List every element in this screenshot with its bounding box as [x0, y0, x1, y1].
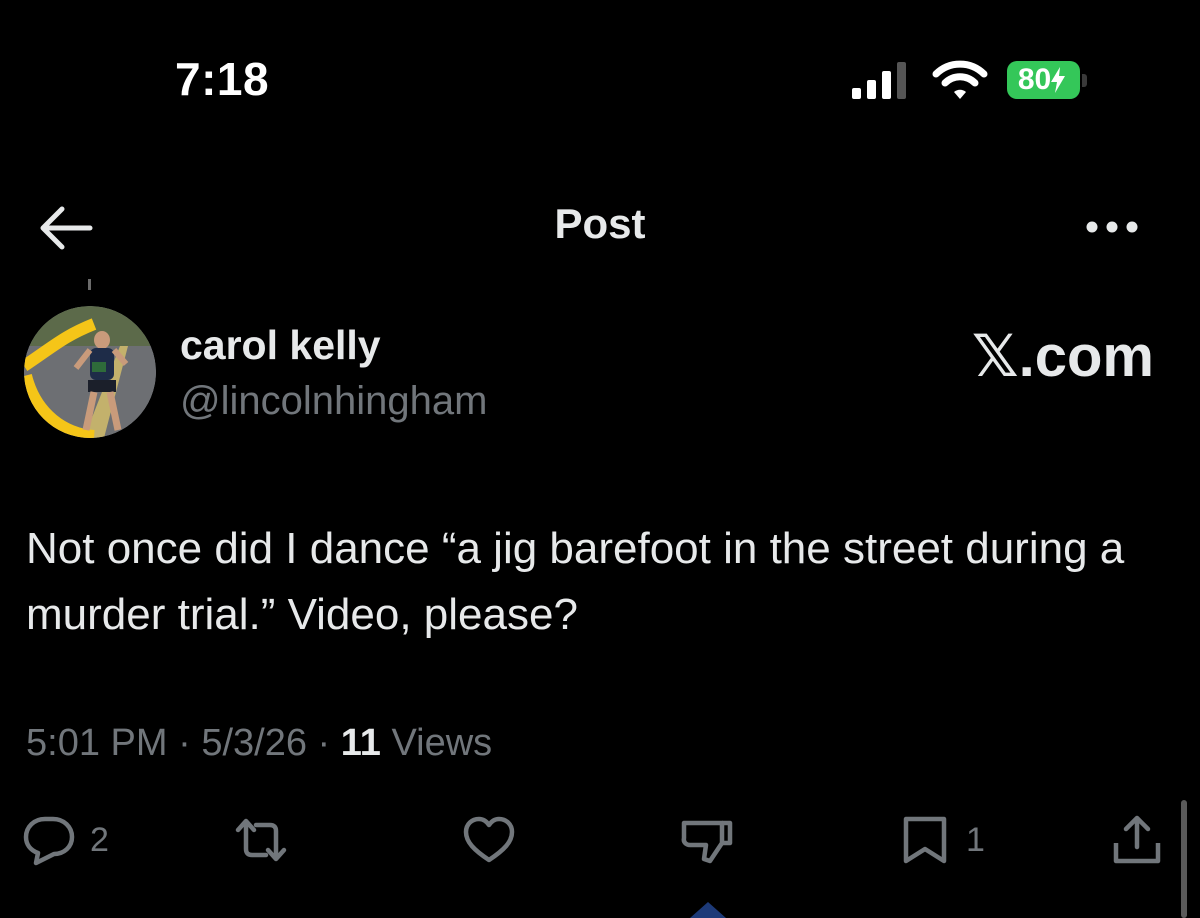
- share-icon: [1113, 815, 1161, 864]
- battery-cap: [1082, 73, 1087, 87]
- thread-line: [88, 279, 91, 290]
- share-button[interactable]: [1110, 812, 1164, 868]
- reply-icon: [23, 816, 75, 866]
- wifi-icon: [932, 60, 988, 99]
- charging-bolt-icon: [1051, 67, 1066, 93]
- status-time: 7:18: [175, 53, 270, 105]
- views-count: 11: [340, 722, 381, 764]
- post-meta: 5:01 PM · 5/3/26 · 11 Views: [26, 722, 492, 765]
- views-label: Views: [380, 722, 493, 764]
- meta-separator-2: ·: [306, 722, 341, 764]
- battery-level: 80: [1007, 61, 1081, 99]
- cellular-signal-icon: [852, 62, 906, 99]
- avatar-image: [24, 306, 156, 438]
- post-time[interactable]: 5:01 PM: [26, 722, 168, 764]
- x-com-watermark: 𝕏.com: [971, 324, 1154, 389]
- bookmark-icon: [903, 816, 947, 864]
- reply-button[interactable]: 2: [22, 812, 109, 868]
- battery-percent: 80: [1017, 63, 1052, 96]
- battery-indicator: 80: [1007, 60, 1087, 100]
- scrollbar[interactable]: [1181, 800, 1187, 918]
- post-text: Not once did I dance “a jig barefoot in …: [26, 524, 1125, 639]
- page-title: Post: [554, 200, 646, 247]
- reply-count: 2: [90, 820, 109, 859]
- like-icon: [463, 816, 515, 863]
- repost-icon: [235, 818, 287, 862]
- dislike-icon: [681, 820, 733, 864]
- bookmark-count: 1: [966, 820, 985, 859]
- avatar[interactable]: [24, 306, 156, 438]
- meta-separator: ·: [167, 722, 202, 764]
- author-handle[interactable]: @lincolnhingham: [180, 379, 487, 424]
- post-date[interactable]: 5/3/26: [201, 722, 307, 764]
- repost-button[interactable]: [234, 812, 288, 868]
- bookmark-button[interactable]: 1: [898, 812, 985, 868]
- bottom-caret-icon: [690, 902, 726, 918]
- dislike-button[interactable]: [680, 812, 734, 868]
- author-name[interactable]: carol kelly: [180, 322, 381, 369]
- like-button[interactable]: [462, 812, 516, 868]
- more-options-icon[interactable]: [1084, 212, 1140, 242]
